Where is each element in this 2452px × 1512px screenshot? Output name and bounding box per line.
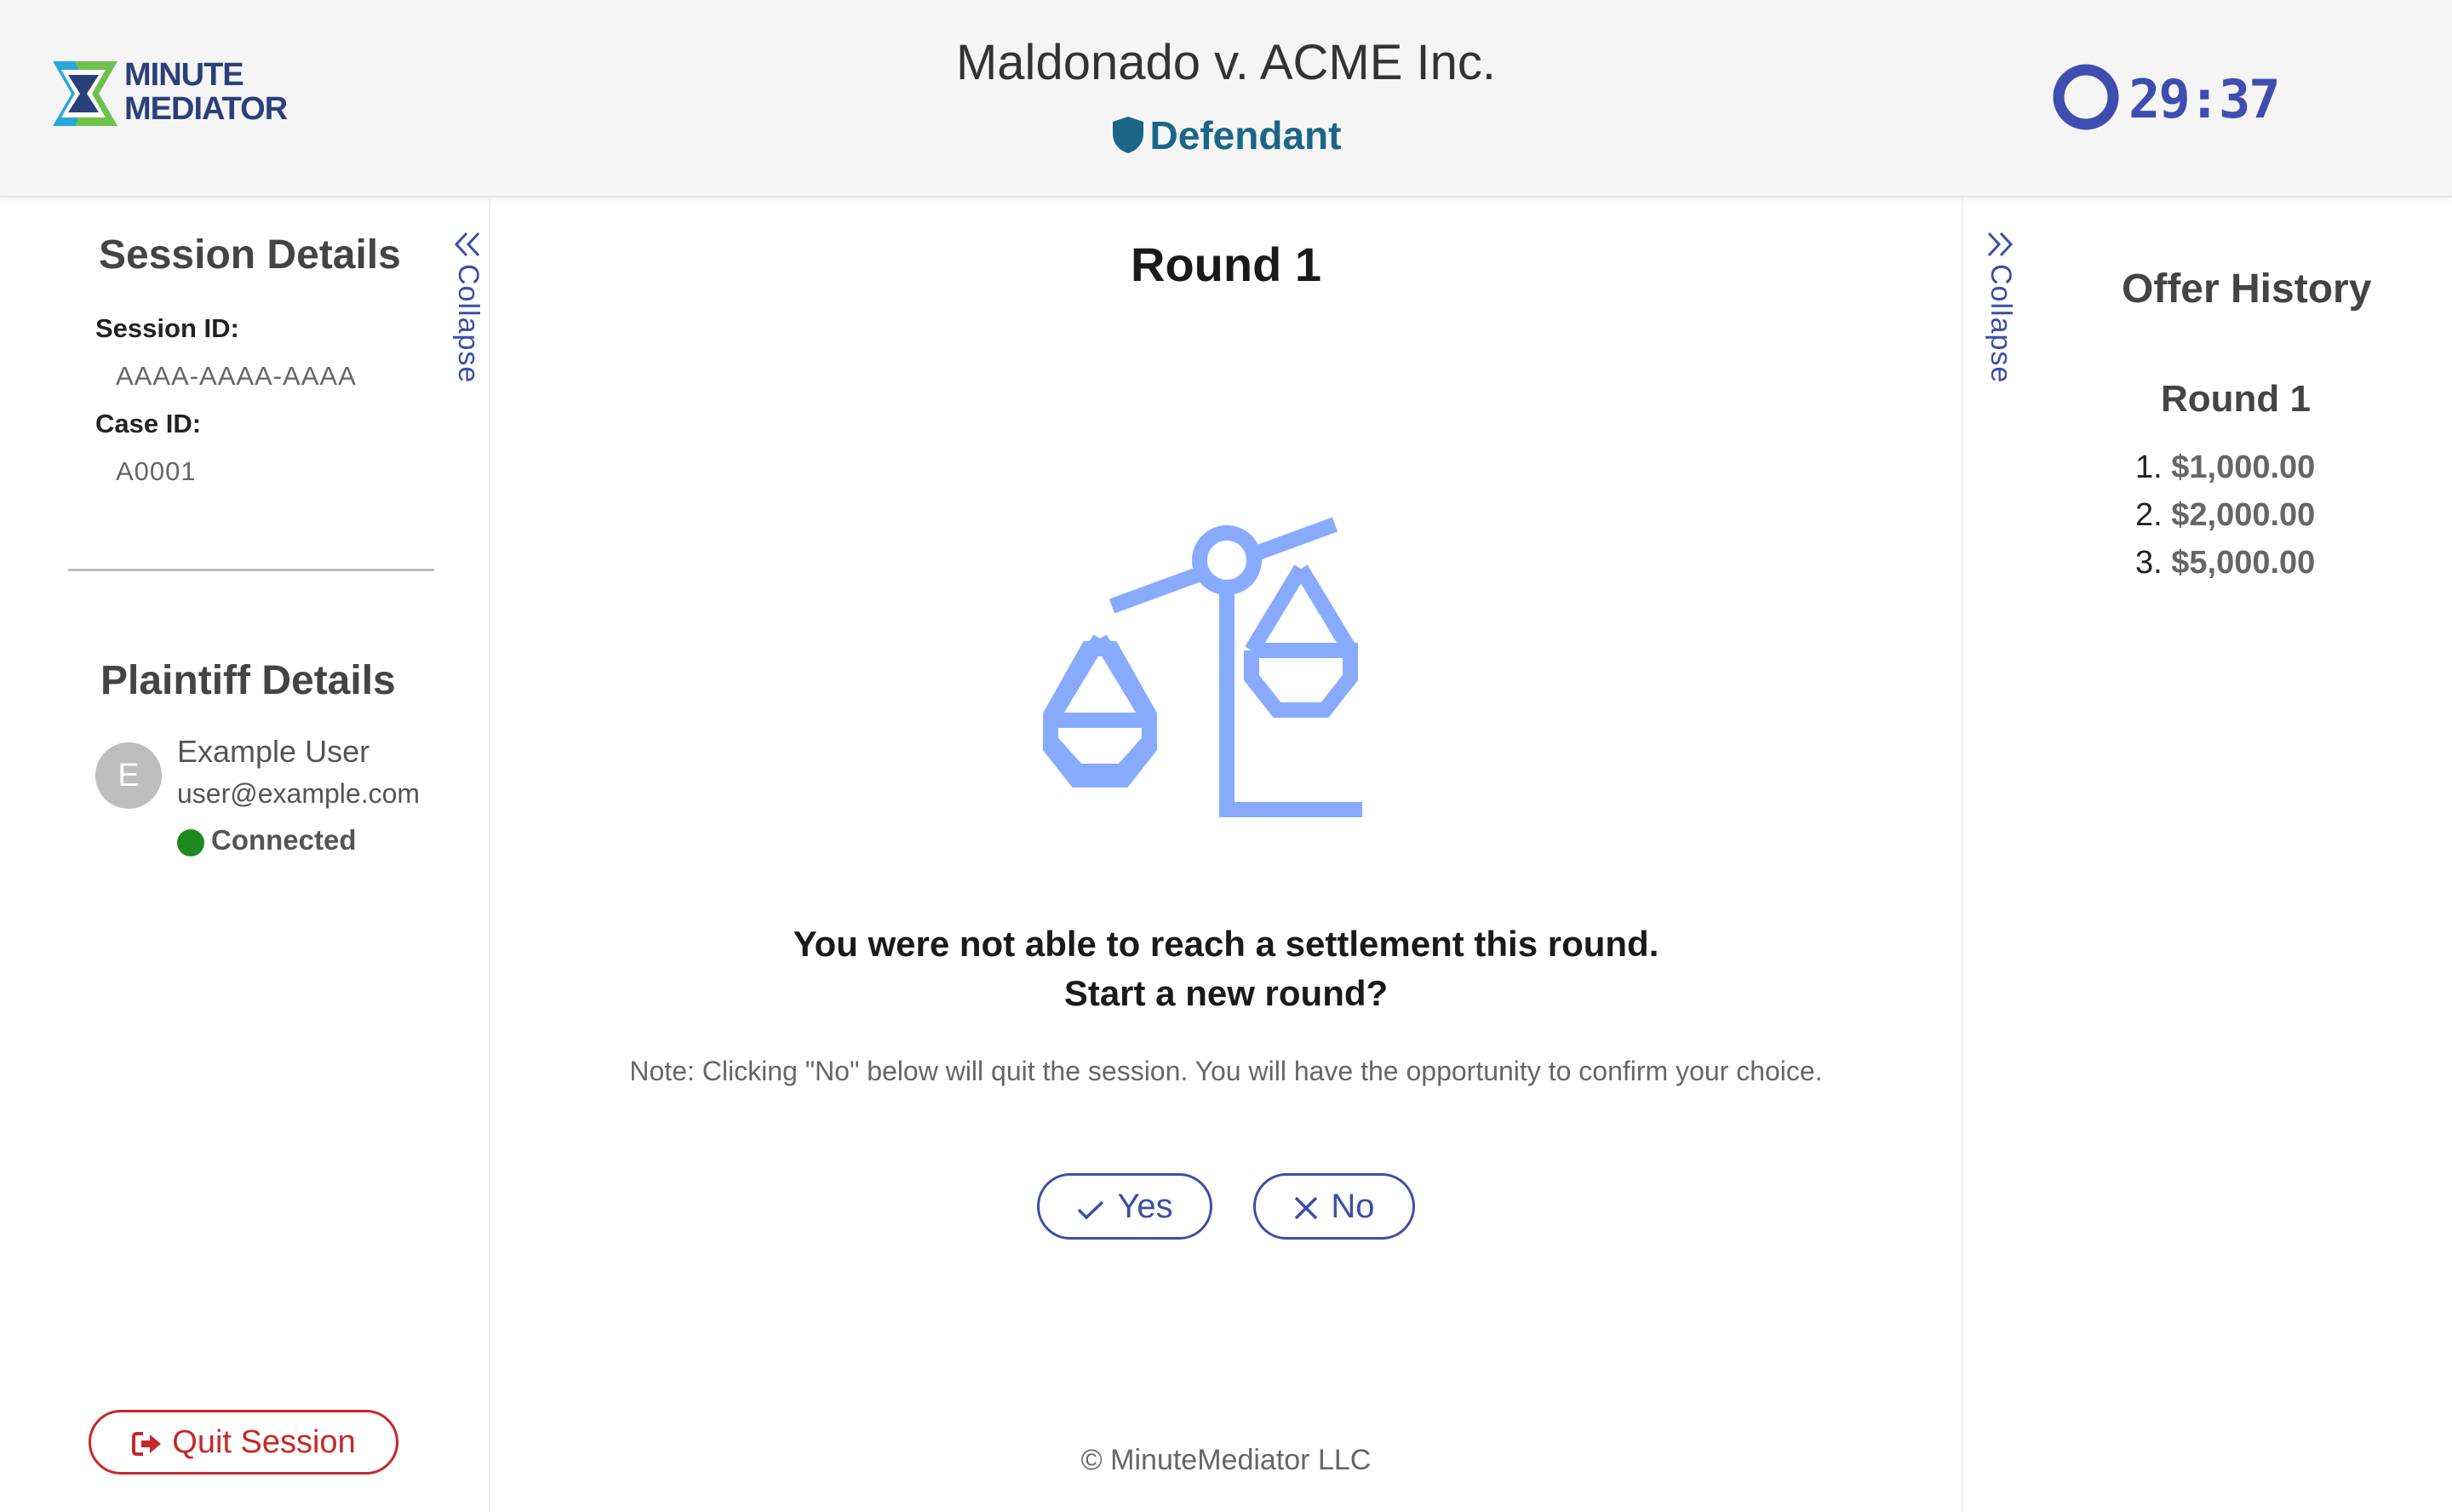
yes-button[interactable]: Yes (1037, 1173, 1212, 1240)
offer-round-heading: Round 1 (2161, 378, 2311, 420)
plaintiff-name: Example User (177, 734, 370, 769)
connected-status-icon (177, 829, 204, 856)
settlement-message: You were not able to reach a settlement … (490, 919, 1962, 1018)
case-id-label: Case ID: (95, 409, 202, 438)
plaintiff-details-heading: Plaintiff Details (100, 658, 396, 703)
offer-item: 3. $5,000.00 (2135, 545, 2315, 581)
session-id-value: AAAA-AAAA-AAAA (116, 361, 357, 391)
offer-item: 2. $2,000.00 (2135, 497, 2315, 534)
role-label: Defendant (1149, 113, 1342, 158)
copyright-footer: © MinuteMediator LLC (1080, 1444, 1372, 1476)
offer-history-heading: Offer History (2122, 266, 2372, 312)
shield-icon (1112, 117, 1143, 153)
right-sidebar: Collapse Offer History Round 1 (1962, 198, 2452, 1512)
avatar: E (95, 742, 162, 809)
connection-status: Connected (211, 824, 357, 856)
left-sidebar: Session Details Session ID: AAAA-AAAA-AA… (0, 198, 490, 1512)
divider (68, 569, 434, 571)
no-button[interactable]: No (1253, 1173, 1415, 1240)
check-icon (1078, 1200, 1104, 1220)
collapse-left-button[interactable]: Collapse (451, 230, 485, 417)
yes-label: Yes (1117, 1188, 1173, 1225)
double-chevron-right-icon (1987, 232, 2014, 257)
round-title: Round 1 (1131, 238, 1321, 291)
case-id-value: A0001 (116, 456, 197, 486)
offer-amount: $2,000.00 (2171, 497, 2316, 533)
quit-note: Note: Clicking "No" below will quit the … (629, 1056, 1823, 1086)
offer-amount: $1,000.00 (2171, 450, 2316, 485)
quit-session-button[interactable]: Quit Session (89, 1410, 398, 1475)
double-chevron-left-icon (454, 232, 480, 257)
close-icon (1295, 1196, 1318, 1220)
no-label: No (1331, 1188, 1375, 1225)
offer-amount: $5,000.00 (2171, 545, 2316, 581)
quit-session-label: Quit Session (172, 1424, 356, 1460)
session-details-heading: Session Details (99, 232, 401, 278)
sign-out-icon (132, 1432, 162, 1456)
message-line-1: You were not able to reach a settlement … (793, 924, 1659, 964)
offer-number: 3. (2135, 545, 2163, 581)
collapse-left-label: Collapse (452, 264, 484, 384)
message-line-2: Start a new round? (1063, 973, 1389, 1013)
offer-item: 1. $1,000.00 (2135, 450, 2315, 486)
offer-number: 2. (2135, 497, 2163, 533)
timer-value: 29:37 (2128, 68, 2281, 130)
timer-ring-icon (2053, 64, 2119, 130)
plaintiff-email: user@example.com (177, 778, 421, 809)
session-id-label: Session ID: (95, 313, 239, 343)
offer-number: 1. (2135, 450, 2163, 485)
top-header: MINUTE MEDIATOR Maldonado v. ACME Inc. D… (0, 0, 2452, 198)
collapse-right-label: Collapse (1985, 264, 2017, 384)
balance-scales-icon (1043, 517, 1362, 817)
collapse-right-button[interactable]: Collapse (1984, 230, 2018, 417)
